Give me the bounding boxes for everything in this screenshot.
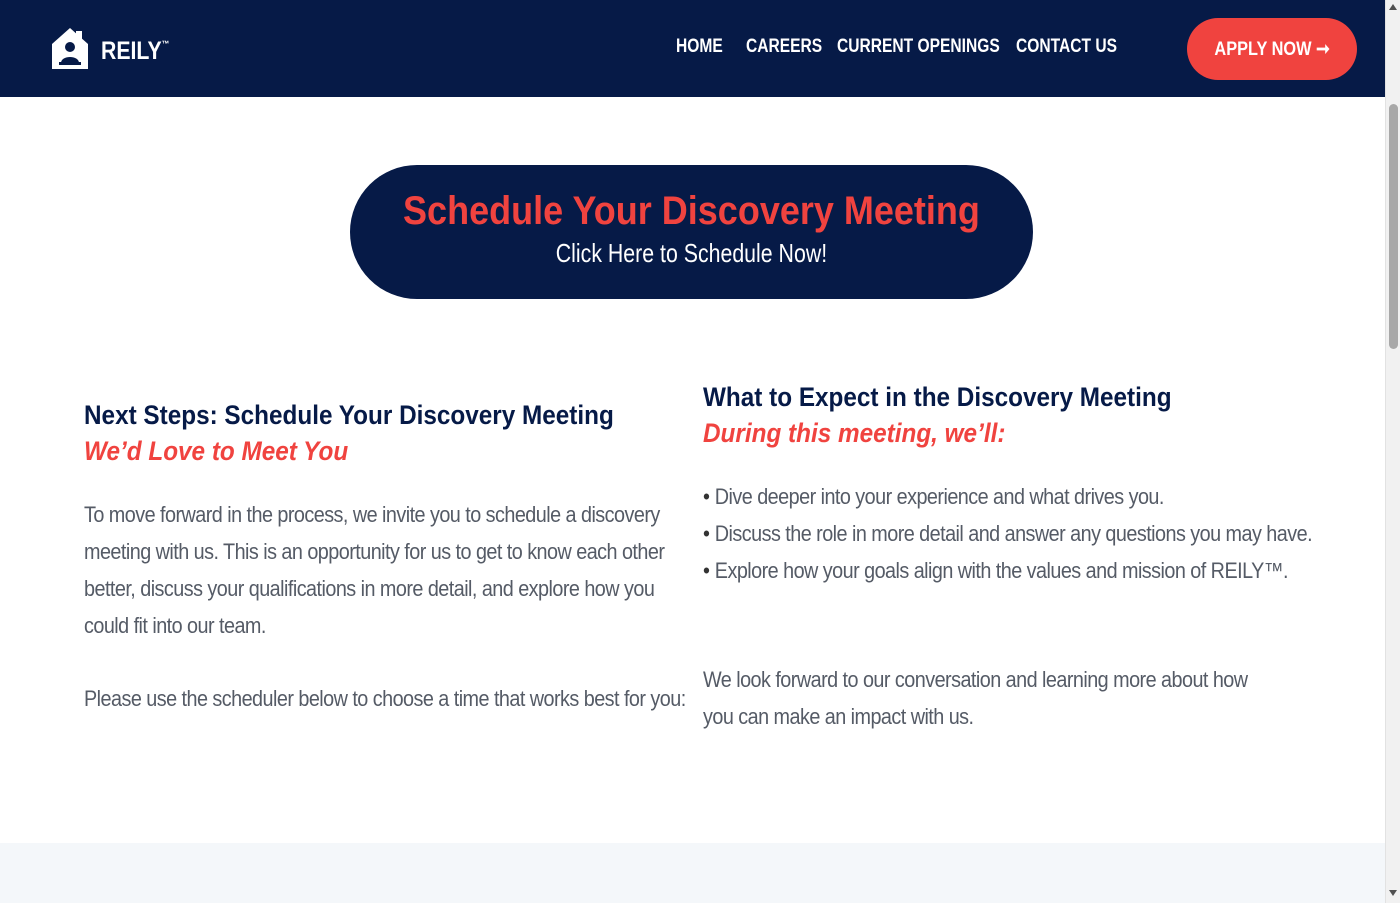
list-item: Discuss the role in more detail and answ… bbox=[703, 515, 1313, 552]
brand-logo[interactable]: REILY™ bbox=[50, 25, 181, 78]
nav-home[interactable]: HOME bbox=[676, 36, 723, 58]
nav-careers[interactable]: CAREERS bbox=[746, 36, 822, 58]
schedule-subtitle: Click Here to Schedule Now! bbox=[555, 238, 828, 268]
expect-closing: We look forward to our conversation and … bbox=[703, 667, 1248, 729]
next-steps-subheading: We’d Love to Meet You bbox=[84, 436, 349, 466]
schedule-title: Schedule Your Discovery Meeting bbox=[403, 189, 980, 233]
scroll-down-icon[interactable] bbox=[1389, 890, 1397, 896]
apply-now-label: APPLY NOW ➞ bbox=[1214, 38, 1330, 60]
house-icon bbox=[50, 25, 90, 78]
next-section-band bbox=[0, 843, 1385, 903]
page: REILY™ HOME CAREERS CURRENT OPENINGS CON… bbox=[0, 0, 1385, 903]
expect-section: What to Expect in the Discovery Meeting … bbox=[703, 380, 1313, 735]
expect-list: Dive deeper into your experience and wha… bbox=[703, 478, 1313, 589]
scroll-up-icon[interactable] bbox=[1389, 4, 1397, 10]
brand-name: REILY™ bbox=[101, 37, 170, 65]
scheduler-instruction: Please use the scheduler below to choose… bbox=[84, 686, 686, 711]
list-item: Dive deeper into your experience and wha… bbox=[703, 478, 1243, 515]
nav-current-openings[interactable]: CURRENT OPENINGS bbox=[837, 36, 1000, 58]
scroll-thumb[interactable] bbox=[1389, 104, 1398, 349]
site-header: REILY™ HOME CAREERS CURRENT OPENINGS CON… bbox=[0, 0, 1385, 97]
next-steps-paragraph: To move forward in the process, we invit… bbox=[84, 502, 665, 638]
next-steps-heading: Next Steps: Schedule Your Discovery Meet… bbox=[84, 400, 614, 430]
schedule-meeting-button[interactable]: Schedule Your Discovery Meeting Click He… bbox=[350, 165, 1033, 299]
scrollbar[interactable] bbox=[1385, 0, 1400, 903]
list-item: Explore how your goals align with the va… bbox=[703, 552, 1289, 589]
expect-heading: What to Expect in the Discovery Meeting bbox=[703, 382, 1172, 412]
next-steps-section: Next Steps: Schedule Your Discovery Meet… bbox=[84, 398, 686, 717]
apply-now-button[interactable]: APPLY NOW ➞ bbox=[1187, 18, 1357, 80]
expect-subheading: During this meeting, we’ll: bbox=[703, 418, 1006, 448]
nav-contact-us[interactable]: CONTACT US bbox=[1016, 36, 1117, 58]
